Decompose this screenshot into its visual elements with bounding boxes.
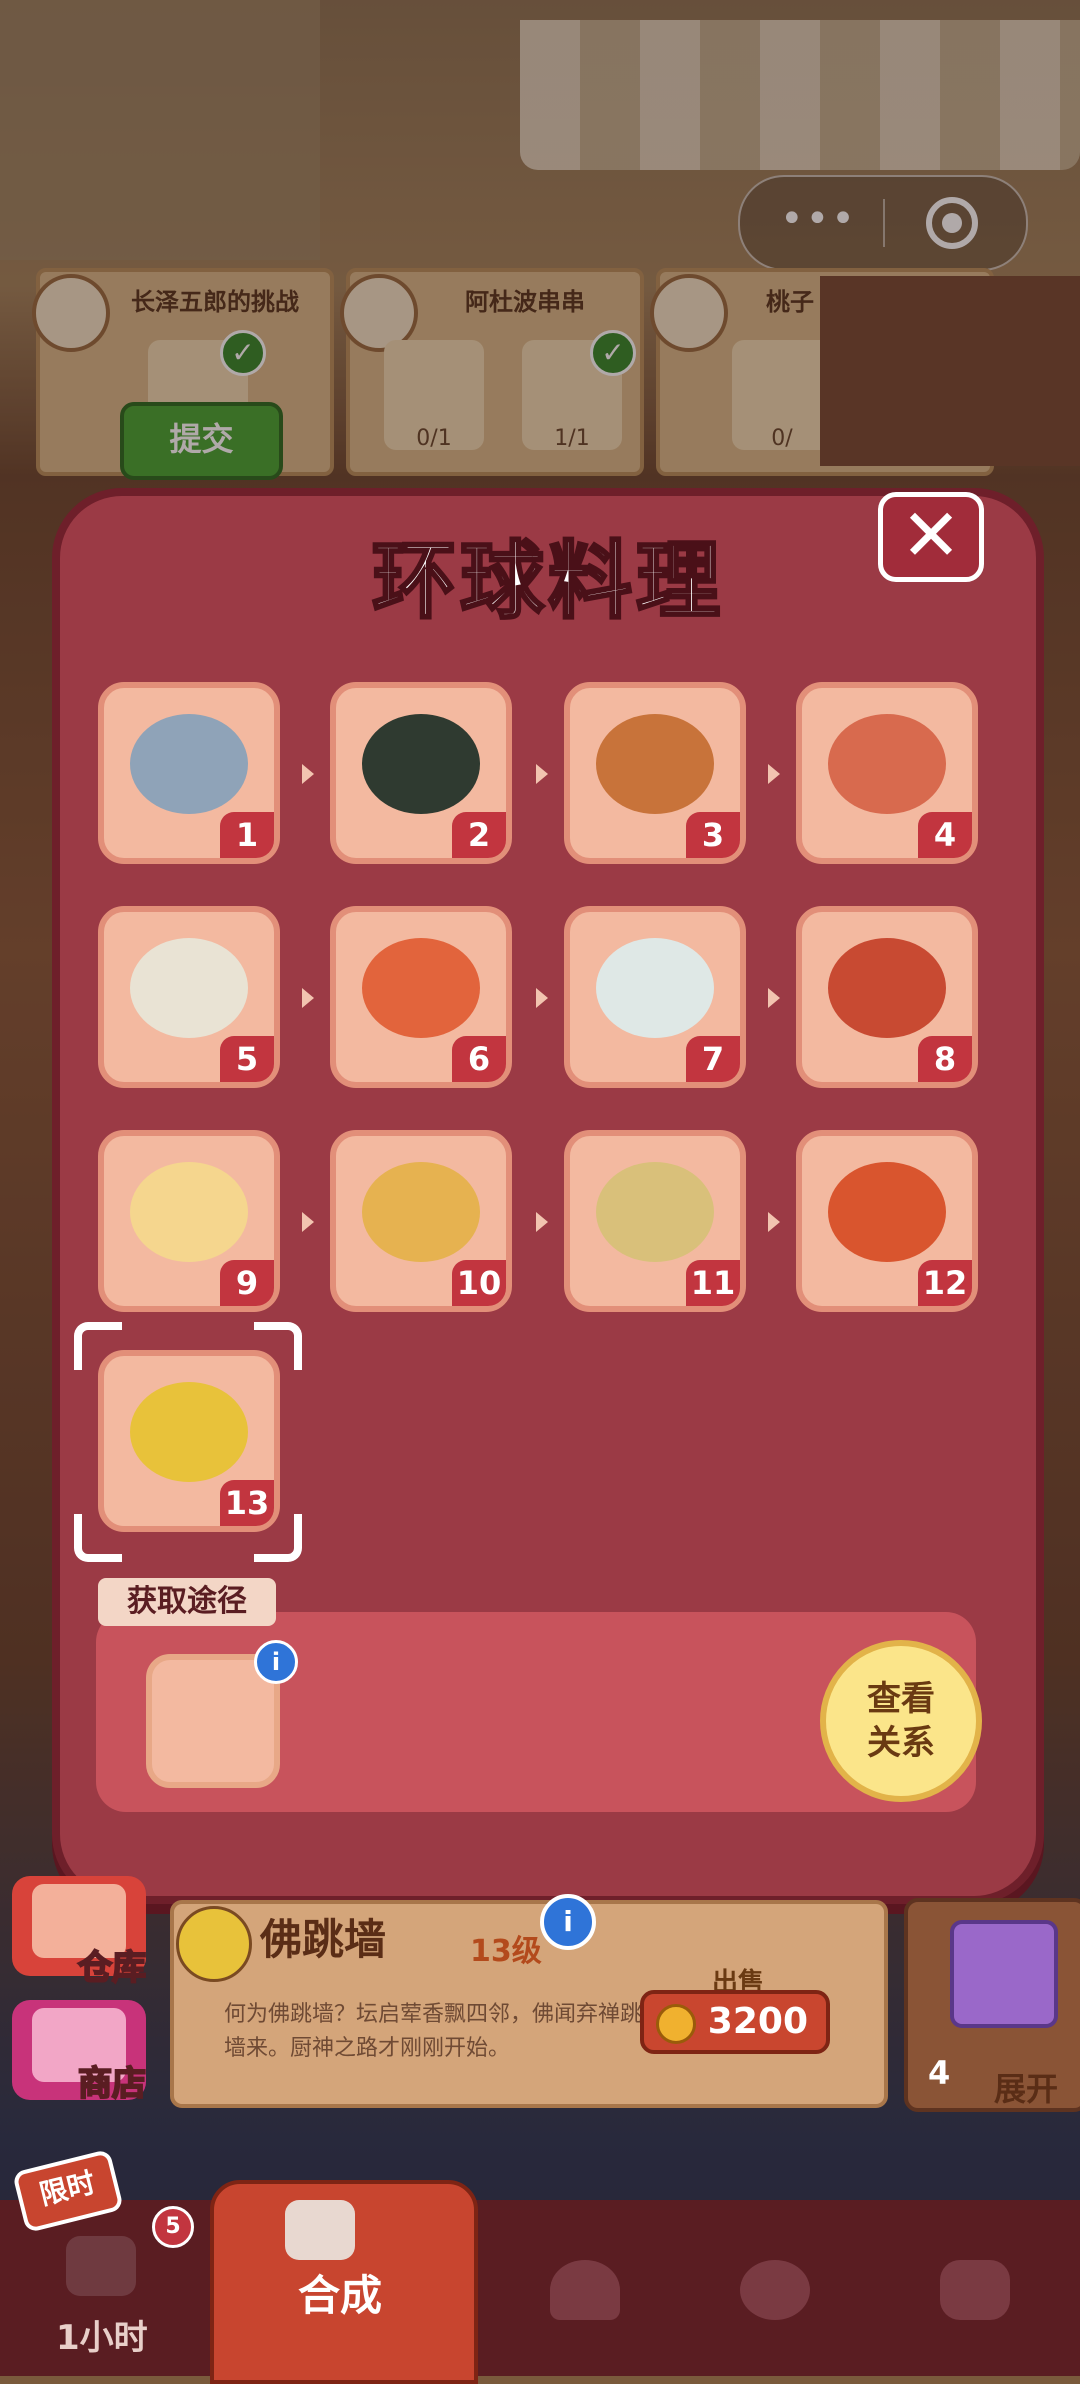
sushi-roll-icon	[362, 714, 480, 814]
recipe-tile[interactable]: 7	[564, 906, 746, 1088]
item-name: 佛跳墙	[260, 1915, 387, 1964]
recipe-tile[interactable]: 4	[796, 682, 978, 864]
arrow-right-icon	[536, 988, 548, 1008]
noodle-soup-icon	[596, 938, 714, 1038]
tomato-pot-icon	[828, 938, 946, 1038]
source-label: 获取途径	[98, 1578, 276, 1626]
arrow-right-icon	[302, 1212, 314, 1232]
bag-icon	[66, 2236, 136, 2296]
shop-label: 商店	[77, 2063, 147, 2105]
recipe-level: 8	[918, 1036, 972, 1082]
shrimp-bowl-icon	[362, 938, 480, 1038]
arrow-right-icon	[536, 764, 548, 784]
recipe-level: 3	[686, 812, 740, 858]
recipe-level: 5	[220, 1036, 274, 1082]
selection-corner	[74, 1322, 122, 1370]
coin-icon	[656, 2004, 696, 2044]
recipe-tile[interactable]: 6	[330, 906, 512, 1088]
chicken-rice-icon	[130, 938, 248, 1038]
lock-icon	[940, 2260, 1010, 2320]
recipe-tile[interactable]: 2	[330, 682, 512, 864]
curry-plate-icon	[596, 1162, 714, 1262]
arrow-right-icon	[768, 764, 780, 784]
close-button[interactable]: ✕	[878, 492, 984, 582]
cake-slice-icon	[828, 1162, 946, 1262]
recipe-tile[interactable]: 8	[796, 906, 978, 1088]
service-bell-icon	[550, 2260, 620, 2320]
recipe-tile[interactable]: 1	[98, 682, 280, 864]
timer-label: 1小时	[56, 2318, 148, 2358]
chef-icon	[740, 2260, 810, 2320]
recipe-level: 9	[220, 1260, 274, 1306]
recipe-tile[interactable]: 5	[98, 906, 280, 1088]
merge-label: 合成	[298, 2271, 383, 2320]
recipe-tile-selected[interactable]: 13	[98, 1350, 280, 1532]
view-relation-label: 查看关系	[867, 1679, 935, 1763]
pizza-icon	[362, 1162, 480, 1262]
recipe-tile[interactable]: 9	[98, 1130, 280, 1312]
recipe-tile[interactable]: 3	[564, 682, 746, 864]
arrow-right-icon	[302, 988, 314, 1008]
locked-chest-icon	[950, 1920, 1058, 2028]
arrow-right-icon	[768, 988, 780, 1008]
buddha-jumps-over-wall-icon	[130, 1382, 248, 1482]
arrow-right-icon	[768, 1212, 780, 1232]
item-description: 何为佛跳墙？坛启荤香飘四邻，佛闻弃禅跳墙来。厨神之路才刚刚开始。	[224, 2002, 643, 2061]
item-level: 13级	[470, 1934, 542, 1969]
buddha-jumps-over-wall-icon	[176, 1906, 252, 1982]
arrow-right-icon	[536, 1212, 548, 1232]
cards-icon	[285, 2200, 355, 2260]
recipe-level: 2	[452, 812, 506, 858]
arrow-right-icon	[302, 764, 314, 784]
recipe-tile[interactable]: 10	[330, 1130, 512, 1312]
tab-chef[interactable]	[700, 2200, 850, 2376]
selection-corner	[254, 1514, 302, 1562]
info-icon[interactable]: i	[540, 1894, 596, 1950]
tab-locked[interactable]	[900, 2200, 1050, 2376]
stew-pot-icon	[130, 714, 248, 814]
roast-chicken-icon	[596, 714, 714, 814]
pudding-cups-icon	[130, 1162, 248, 1262]
recipe-level: 12	[918, 1260, 972, 1306]
recipe-level: 7	[686, 1036, 740, 1082]
recipe-level: 11	[686, 1260, 740, 1306]
recipe-tile[interactable]: 11	[564, 1130, 746, 1312]
recipe-level: 1	[220, 812, 274, 858]
warehouse-label: 仓库	[77, 1947, 147, 1989]
info-icon[interactable]: i	[254, 1640, 298, 1684]
recipe-tile[interactable]: 12	[796, 1130, 978, 1312]
view-relation-button[interactable]: 查看关系	[820, 1640, 982, 1802]
expand-label: 展开	[994, 2070, 1059, 2108]
selection-corner	[254, 1322, 302, 1370]
count-badge: 5	[152, 2206, 194, 2248]
tab-service[interactable]	[510, 2200, 660, 2376]
recipe-level: 10	[452, 1260, 506, 1306]
selection-corner	[74, 1514, 122, 1562]
expand-count: 4	[928, 2054, 951, 2092]
skewers-icon	[828, 714, 946, 814]
recipe-level: 4	[918, 812, 972, 858]
recipe-level: 6	[452, 1036, 506, 1082]
